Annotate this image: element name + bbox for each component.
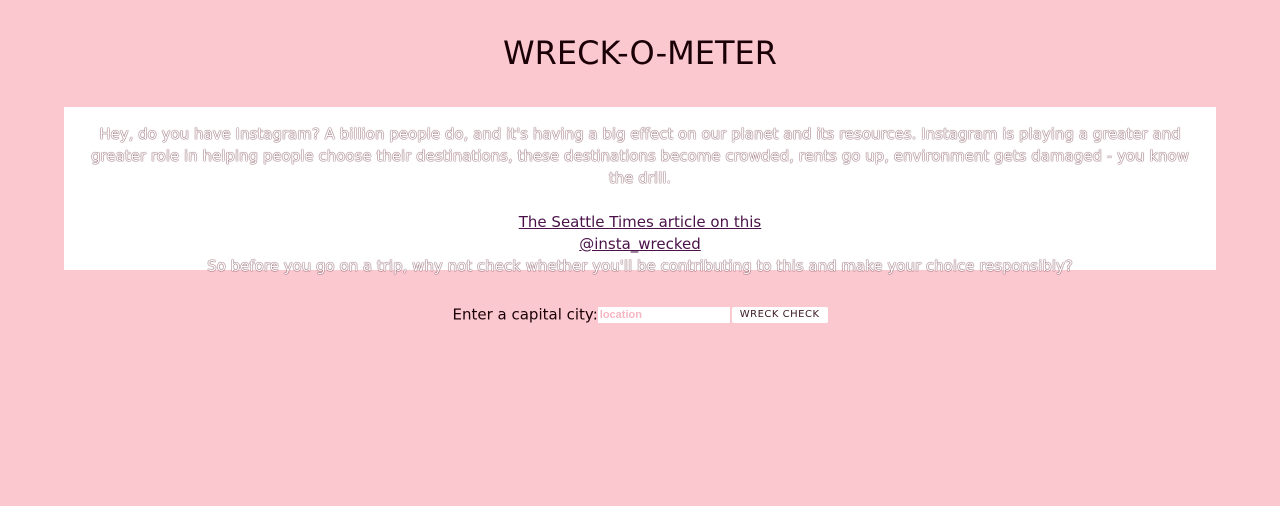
info-panel: Hey, do you have Instagram? A billion pe…: [64, 107, 1216, 275]
intro-text: Hey, do you have Instagram? A billion pe…: [91, 125, 1189, 187]
location-input[interactable]: [597, 306, 730, 323]
city-label: Enter a capital city:: [452, 305, 598, 324]
page-title: WRECK-O-METER: [503, 34, 777, 72]
insta-wrecked-link[interactable]: @insta_wrecked: [579, 233, 701, 255]
seattle-times-link[interactable]: The Seattle Times article on this: [519, 211, 761, 233]
city-form: Enter a capital city: WRECK CHECK: [0, 305, 1280, 324]
outro-text: So before you go on a trip, why not chec…: [207, 257, 1073, 275]
wreck-check-button[interactable]: WRECK CHECK: [731, 306, 828, 323]
